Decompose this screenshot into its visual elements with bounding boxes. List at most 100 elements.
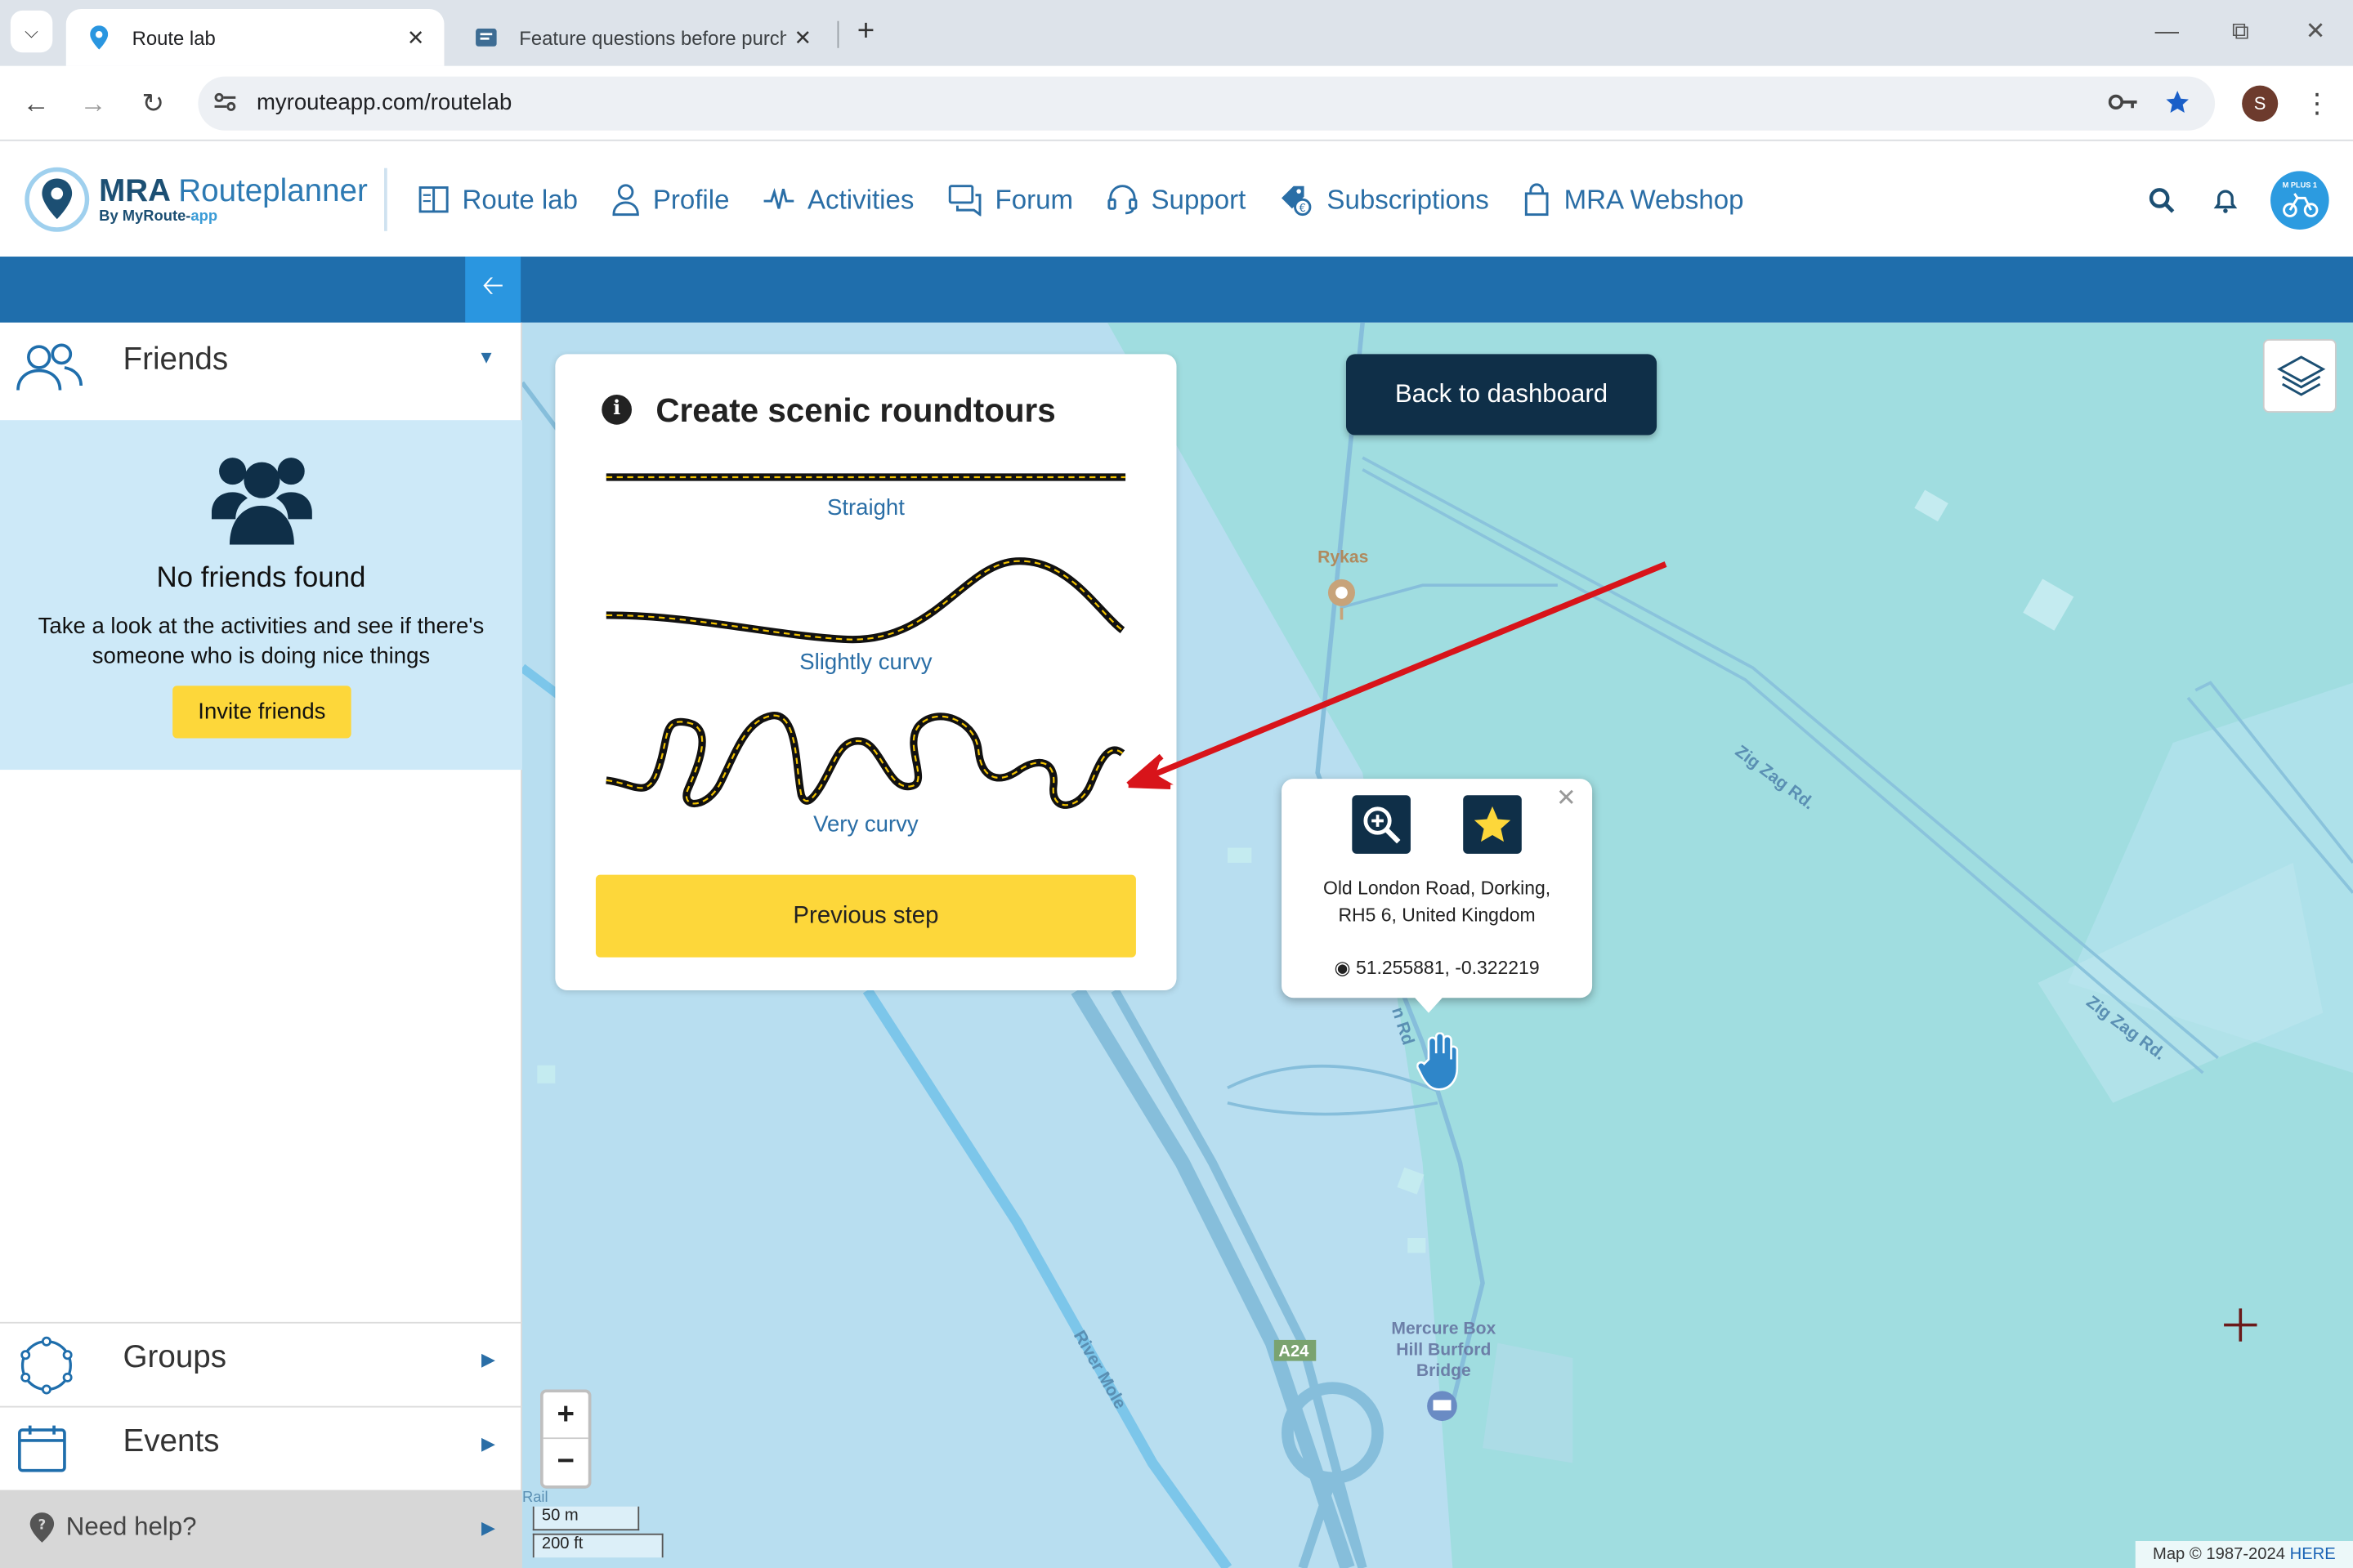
map-label-mercure-line: Mercure Box [1391, 1320, 1496, 1339]
sidebar-friends-header[interactable]: Friends ▼ [0, 323, 522, 420]
favorite-location-button[interactable] [1463, 795, 1522, 854]
popup-pointer [1413, 996, 1444, 1013]
nav-support[interactable]: Support [1106, 183, 1246, 216]
nav-label: Profile [652, 183, 730, 214]
zoom-to-location-button[interactable] [1352, 795, 1411, 854]
zoom-controls: + − [539, 1389, 592, 1489]
user-avatar[interactable]: M PLUS 1 [2270, 171, 2329, 230]
scenic-roundtours-card: i Create scenic roundtours Straight Slig… [555, 354, 1177, 991]
invite-friends-button[interactable]: Invite friends [172, 686, 351, 739]
mra-logo[interactable]: MRA Routeplanner By MyRoute-app [24, 167, 384, 233]
minimize-icon[interactable]: — [2149, 15, 2185, 51]
map-pin-icon [87, 25, 110, 50]
card-title: Create scenic roundtours [655, 391, 1056, 430]
map-layers-button[interactable] [2262, 339, 2337, 413]
back-to-dashboard-button[interactable]: Back to dashboard [1345, 354, 1657, 436]
map-label-mercure-line: Hill Burford [1396, 1341, 1492, 1360]
popup-coordinates: ◉ 51.255881, -0.322219 [1282, 956, 1592, 979]
main-nav: Route lab Profile Activities Forum Suppo… [417, 179, 1776, 221]
headset-icon [1107, 185, 1138, 215]
address-bar: ← → ↻ myrouteapp.com/routelab S ⋮ [0, 65, 2353, 141]
calendar-icon [18, 1425, 66, 1472]
previous-step-button[interactable]: Previous step [595, 874, 1136, 958]
svg-text:?: ? [38, 1517, 47, 1532]
info-icon[interactable]: i [602, 394, 632, 425]
nav-activities[interactable]: Activities [763, 184, 914, 216]
browser-profile-avatar[interactable]: S [2242, 85, 2279, 122]
sidebar-events[interactable]: Events ▶ [0, 1408, 522, 1490]
zoom-out-button[interactable]: − [544, 1439, 588, 1485]
sidebar-groups[interactable]: Groups ▶ [0, 1324, 522, 1406]
red-annotation-arrow [1126, 561, 1667, 789]
book-icon [418, 186, 449, 213]
forum-favicon-icon [474, 25, 498, 49]
straight-road-icon [606, 473, 1126, 481]
friends-title: Friends [123, 342, 229, 377]
map-attribution: Map © 1987-2024 HERE [2135, 1540, 2353, 1568]
caret-right-icon[interactable]: ▶ [481, 1517, 495, 1539]
very-curvy-road-icon [606, 712, 1125, 809]
logo-byline: By MyRoute- [99, 208, 191, 225]
restore-icon[interactable]: ⧉ [2222, 15, 2258, 51]
bell-icon[interactable] [2211, 186, 2241, 217]
attribution-here-link[interactable]: HERE [2290, 1545, 2336, 1563]
tab-search-button[interactable]: ⌵ [10, 10, 53, 53]
new-tab-button[interactable]: + [849, 15, 882, 47]
browser-menu-icon[interactable]: ⋮ [2302, 84, 2333, 123]
slightly-curvy-road-icon [606, 557, 1125, 644]
mra-logo-icon [25, 167, 90, 232]
search-icon[interactable] [2147, 186, 2177, 217]
caret-down-icon[interactable]: ▼ [477, 346, 495, 368]
no-friends-text: Take a look at the activities and see if… [38, 614, 485, 670]
nav-subscriptions[interactable]: € Subscriptions [1279, 183, 1489, 217]
option-label: Very curvy [813, 811, 919, 838]
omnibox[interactable]: myrouteapp.com/routelab [198, 76, 2216, 131]
group-users-icon [211, 458, 312, 545]
avatar-badge: M PLUS 1 [2283, 181, 2317, 190]
nav-profile[interactable]: Profile [611, 183, 730, 217]
reload-icon[interactable]: ↻ [133, 84, 172, 123]
tag-icon: € [1282, 185, 1312, 217]
map-label-mercure: Mercure Box Hill Burford Bridge [1380, 1319, 1506, 1382]
coordinates-text: 51.255881, -0.322219 [1355, 957, 1540, 979]
nav-label: Support [1151, 183, 1246, 214]
address-line: RH5 6, United Kingdom [1338, 905, 1536, 927]
need-help-bar[interactable]: ? Need help? ▶ [0, 1490, 522, 1568]
tab-route-lab[interactable]: Route lab ✕ [65, 9, 445, 66]
nav-route-lab[interactable]: Route lab [417, 183, 578, 216]
close-icon[interactable]: ✕ [1556, 784, 1577, 814]
close-icon[interactable]: ✕ [399, 25, 432, 50]
bookmark-star-icon[interactable] [2161, 88, 2194, 121]
url-text: myrouteapp.com/routelab [256, 90, 512, 116]
tab-feature-questions[interactable]: Feature questions before purch ✕ [454, 9, 832, 66]
scale-feet: 200 ft [532, 1533, 664, 1558]
logo-byline-app: app [190, 208, 218, 225]
back-arrow-icon[interactable]: ← [16, 84, 56, 123]
key-icon[interactable] [2107, 88, 2140, 121]
option-label: Slightly curvy [799, 650, 933, 676]
caret-right-icon[interactable]: ▶ [481, 1433, 495, 1454]
help-pin-icon: ? [29, 1512, 55, 1543]
logo-brand-sub: Routeplanner [178, 173, 368, 208]
svg-text:€: € [1300, 203, 1306, 215]
layers-icon [2276, 355, 2326, 396]
tab-title: Route lab [132, 26, 216, 49]
nav-label: Forum [995, 183, 1074, 214]
window-close-icon[interactable]: ✕ [2297, 15, 2333, 51]
chat-icon [948, 185, 982, 217]
forward-arrow-icon[interactable]: → [74, 84, 113, 123]
location-popup: ✕ Old London Road, Dorking, RH5 6, Unite… [1282, 779, 1593, 998]
close-icon[interactable]: ✕ [786, 25, 819, 50]
collapse-sidebar-button[interactable]: 🡠 [465, 257, 521, 323]
nav-forum[interactable]: Forum [947, 183, 1074, 217]
events-title: Events [123, 1423, 220, 1459]
attribution-text: Map © 1987-2024 [2153, 1545, 2286, 1564]
caret-right-icon[interactable]: ▶ [481, 1349, 495, 1370]
hand-cursor-icon [1416, 1032, 1459, 1091]
need-help-title: Need help? [65, 1512, 197, 1541]
groups-circle-icon [20, 1336, 73, 1395]
site-settings-icon[interactable] [213, 90, 240, 117]
zoom-in-button[interactable]: + [543, 1392, 588, 1440]
nav-mra-webshop[interactable]: MRA Webshop [1522, 183, 1743, 217]
header-divider [384, 168, 387, 231]
